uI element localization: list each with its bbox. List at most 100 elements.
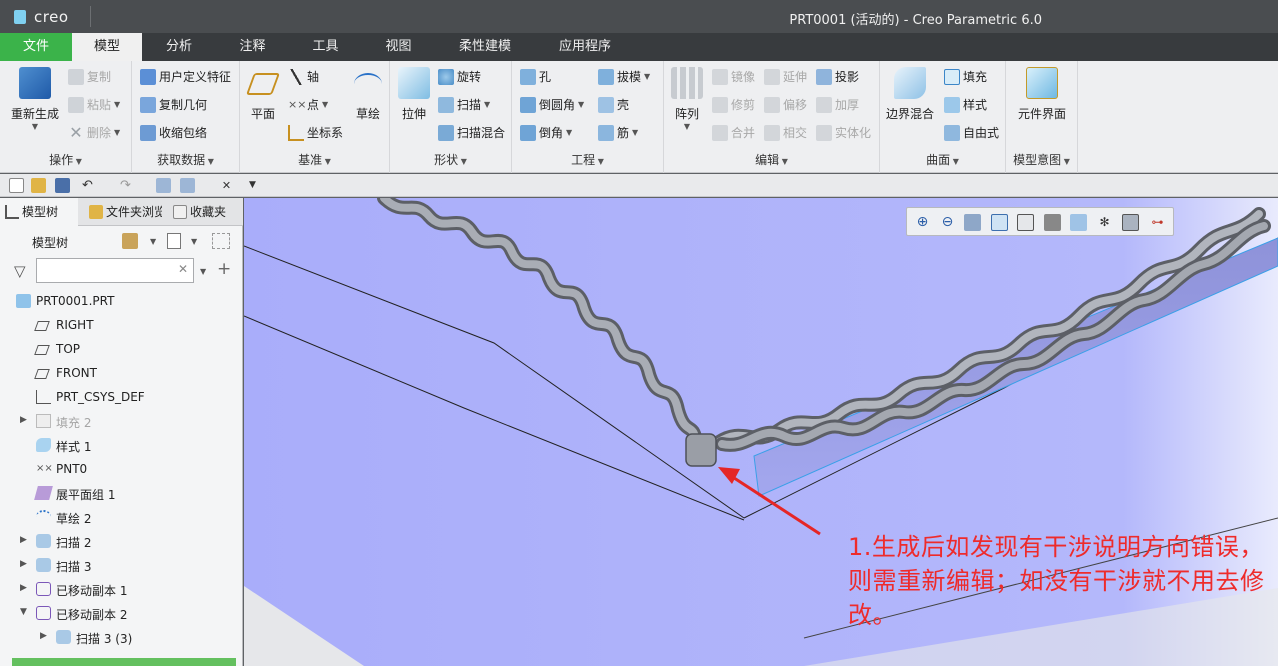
- component-interface-button[interactable]: 元件界面: [1012, 67, 1072, 122]
- expand-icon[interactable]: ▶: [20, 559, 27, 569]
- swept-blend-button[interactable]: 扫描混合: [438, 124, 505, 141]
- regenerate-quick-icon[interactable]: [156, 178, 171, 193]
- plane-button[interactable]: 平面: [244, 67, 282, 122]
- chamfer-button[interactable]: 倒角 ▼: [520, 124, 572, 141]
- tab-applications[interactable]: 应用程序: [535, 33, 635, 61]
- style-button[interactable]: 样式: [944, 96, 987, 113]
- trim-button[interactable]: 修剪: [712, 96, 755, 113]
- group-label-editing[interactable]: 编辑 ▼: [664, 151, 879, 168]
- tree-item-pnt0[interactable]: ×× PNT0: [0, 458, 240, 482]
- new-file-icon[interactable]: [9, 178, 24, 193]
- graphics-window[interactable]: ⊕ ⊖ ✻ ⊶ 1.生成后如发现有干涉说明方向错误，则需重新编辑；如没有干涉就不…: [244, 198, 1278, 666]
- add-filter-icon[interactable]: +: [217, 259, 231, 279]
- group-label-model-intent[interactable]: 模型意图 ▼: [1006, 151, 1077, 168]
- tree-item-style-1[interactable]: 样式 1: [0, 434, 240, 458]
- copy-button[interactable]: 复制: [68, 68, 111, 85]
- save-icon[interactable]: [55, 178, 70, 193]
- group-label-shapes[interactable]: 形状 ▼: [390, 151, 511, 168]
- tree-item-flatten-quilt[interactable]: 展平面组 1: [0, 482, 240, 506]
- pattern-button[interactable]: 阵列 ▼: [670, 67, 704, 131]
- group-label-get-data[interactable]: 获取数据 ▼: [132, 151, 239, 168]
- group-label-datum[interactable]: 基准 ▼: [240, 151, 389, 168]
- chamfer-dropdown-icon[interactable]: ▼: [566, 128, 572, 137]
- close-window-icon[interactable]: ✕: [219, 178, 234, 193]
- datum-display-icon[interactable]: ✻: [1096, 214, 1113, 231]
- project-button[interactable]: 投影: [816, 68, 859, 85]
- tree-filter-options-icon[interactable]: [212, 233, 230, 249]
- hole-button[interactable]: 孔: [520, 68, 551, 85]
- point-dropdown-icon[interactable]: ▼: [322, 100, 328, 109]
- tab-folder-browser[interactable]: 文件夹浏览器: [84, 198, 162, 226]
- tree-item-sweep-3[interactable]: ▶ 扫描 3: [0, 554, 240, 578]
- axis-button[interactable]: 轴: [288, 68, 319, 85]
- draft-button[interactable]: 拔模 ▼: [598, 68, 650, 85]
- merge-button[interactable]: 合并: [712, 124, 755, 141]
- tree-settings-dropdown-icon[interactable]: ▼: [150, 237, 156, 246]
- copy-geometry-button[interactable]: 复制几何: [140, 96, 207, 113]
- rib-button[interactable]: 筋 ▼: [598, 124, 638, 141]
- open-folder-icon[interactable]: [31, 178, 46, 193]
- undo-icon[interactable]: ↶: [80, 178, 95, 193]
- tree-columns-icon[interactable]: [167, 233, 181, 249]
- sweep-dropdown-icon[interactable]: ▼: [484, 100, 490, 109]
- windows-icon[interactable]: [180, 178, 195, 193]
- tab-favorites[interactable]: 收藏夹: [168, 198, 240, 226]
- tab-model[interactable]: 模型: [72, 33, 142, 61]
- expand-icon[interactable]: ▶: [20, 583, 27, 593]
- offset-button[interactable]: 偏移: [764, 96, 807, 113]
- shell-button[interactable]: 壳: [598, 96, 629, 113]
- extend-button[interactable]: 延伸: [764, 68, 807, 85]
- boundary-blend-button[interactable]: 边界混合: [884, 67, 936, 122]
- shrinkwrap-button[interactable]: 收缩包络: [140, 124, 207, 141]
- thicken-button[interactable]: 加厚: [816, 96, 859, 113]
- tree-item-csys[interactable]: PRT_CSYS_DEF: [0, 386, 240, 410]
- revolve-button[interactable]: 旋转: [438, 68, 481, 85]
- delete-dropdown-icon[interactable]: ▼: [114, 128, 120, 137]
- tree-item-moved-copy-2[interactable]: ▼ 已移动副本 2: [0, 602, 240, 626]
- round-dropdown-icon[interactable]: ▼: [578, 100, 584, 109]
- repaint-icon[interactable]: [991, 214, 1008, 231]
- tree-settings-icon[interactable]: [122, 233, 138, 249]
- tab-flexible-modeling[interactable]: 柔性建模: [435, 33, 535, 61]
- mirror-button[interactable]: 镜像: [712, 68, 755, 85]
- tree-item-sweep-2[interactable]: ▶ 扫描 2: [0, 530, 240, 554]
- zoom-in-icon[interactable]: ⊕: [914, 214, 931, 231]
- solidify-button[interactable]: 实体化: [816, 124, 871, 141]
- pattern-dropdown-icon[interactable]: ▼: [670, 122, 704, 131]
- expand-icon[interactable]: ▶: [20, 535, 27, 545]
- extrude-button[interactable]: 拉伸: [394, 67, 434, 122]
- tree-item-moved-copy-1[interactable]: ▶ 已移动副本 1: [0, 578, 240, 602]
- zoom-out-icon[interactable]: ⊖: [939, 214, 956, 231]
- delete-button[interactable]: ✕ 删除 ▼: [68, 124, 120, 141]
- tab-analysis[interactable]: 分析: [142, 33, 216, 61]
- group-label-engineering[interactable]: 工程 ▼: [512, 151, 663, 168]
- group-label-surfaces[interactable]: 曲面 ▼: [880, 151, 1005, 168]
- expand-icon[interactable]: ▶: [20, 415, 27, 425]
- tree-item-part[interactable]: PRT0001.PRT: [0, 290, 240, 314]
- tree-item-front[interactable]: FRONT: [0, 362, 240, 386]
- redo-icon[interactable]: ↷: [118, 178, 133, 193]
- udf-button[interactable]: 用户定义特征: [140, 68, 231, 85]
- view-manager-icon[interactable]: [1044, 214, 1061, 231]
- tab-model-tree[interactable]: 模型树: [0, 198, 78, 226]
- sweep-button[interactable]: 扫描 ▼: [438, 96, 490, 113]
- paste-dropdown-icon[interactable]: ▼: [114, 100, 120, 109]
- tree-item-fill-2[interactable]: ▶ 填充 2: [0, 410, 240, 434]
- regenerate-dropdown-icon[interactable]: ▼: [8, 122, 62, 131]
- fill-button[interactable]: 填充: [944, 68, 987, 85]
- draft-dropdown-icon[interactable]: ▼: [644, 72, 650, 81]
- freestyle-button[interactable]: 自由式: [944, 124, 999, 141]
- tree-columns-dropdown-icon[interactable]: ▼: [191, 237, 197, 246]
- tab-annotate[interactable]: 注释: [216, 33, 289, 61]
- point-button[interactable]: ×× 点 ▼: [288, 96, 328, 113]
- rib-dropdown-icon[interactable]: ▼: [632, 128, 638, 137]
- spin-center-icon[interactable]: ⊶: [1149, 214, 1166, 231]
- regenerate-button[interactable]: 重新生成 ▼: [8, 67, 62, 131]
- tree-item-top[interactable]: TOP: [0, 338, 240, 362]
- tab-file[interactable]: 文件: [0, 33, 72, 61]
- search-dropdown-icon[interactable]: ▼: [200, 267, 206, 276]
- intersect-button[interactable]: 相交: [764, 124, 807, 141]
- customize-toolbar-icon[interactable]: ▼: [245, 178, 260, 193]
- expand-icon[interactable]: ▶: [40, 631, 47, 641]
- collapse-icon[interactable]: ▼: [20, 607, 27, 617]
